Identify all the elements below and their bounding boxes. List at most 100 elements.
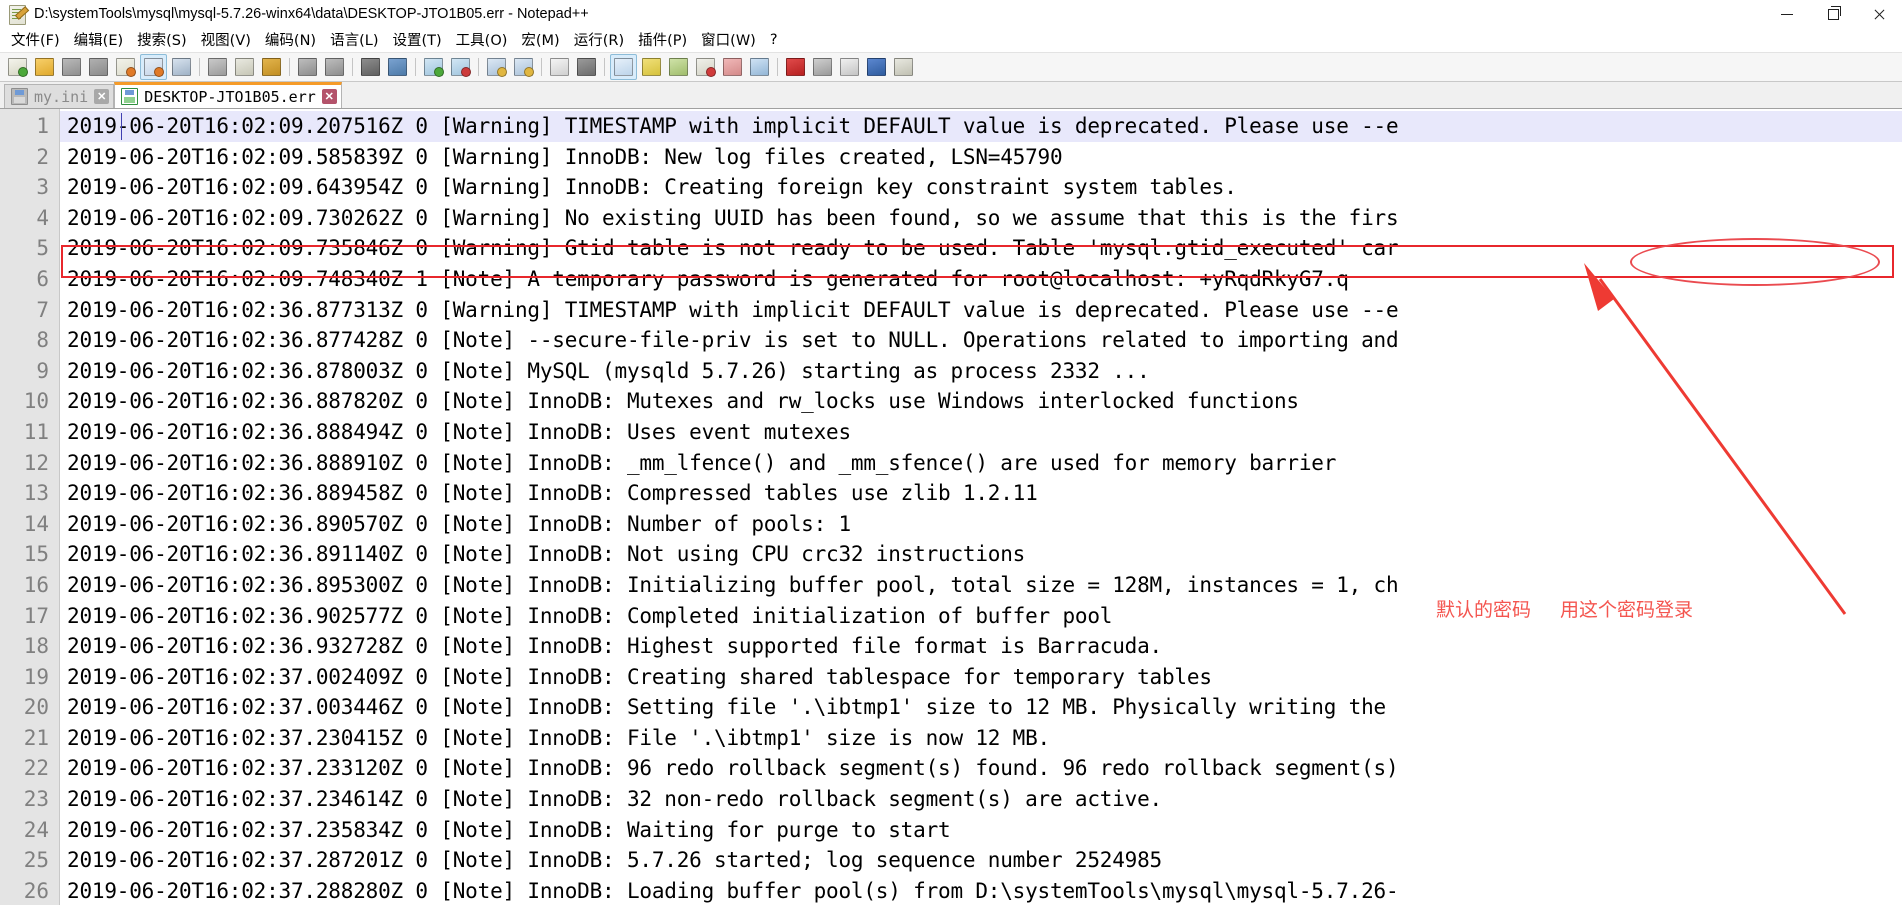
line-number: 2 [36, 144, 49, 169]
toolbar-separator [541, 58, 542, 76]
tab-close-icon[interactable]: ✕ [321, 89, 337, 104]
new-file-icon[interactable] [5, 55, 30, 79]
restore-icon [1827, 5, 1841, 20]
notepadpp-app-icon [7, 4, 30, 25]
user-language-icon[interactable] [639, 55, 664, 79]
save-all-icon[interactable] [86, 55, 111, 79]
function-list-icon-glyph [696, 58, 716, 77]
document-map-icon[interactable] [666, 55, 691, 79]
menu-item-11[interactable]: 窗口(W) [694, 27, 763, 53]
close-button[interactable] [1856, 0, 1902, 28]
line-number: 21 [23, 725, 49, 750]
line-number: 17 [23, 603, 49, 628]
copy-icon[interactable] [232, 55, 257, 79]
undo-icon[interactable] [295, 55, 320, 79]
replace-icon[interactable] [385, 55, 410, 79]
tab-close-icon[interactable]: ✕ [94, 89, 110, 104]
folder-workspace-icon-glyph [723, 58, 742, 76]
menu-item-4[interactable]: 编码(N) [258, 27, 323, 53]
menu-item-7[interactable]: 工具(O) [449, 27, 515, 53]
open-file-icon[interactable] [32, 55, 57, 79]
code-line: 2019-06-20T16:02:37.003446Z 0 [Note] Inn… [67, 695, 1386, 720]
replace-icon-glyph [388, 58, 407, 76]
new-file-icon-badge [18, 67, 28, 77]
macro-run-multiple-icon-glyph [867, 58, 886, 76]
line-number: 7 [36, 297, 49, 322]
word-wrap-icon[interactable] [547, 55, 572, 79]
line-number: 24 [23, 817, 49, 842]
indent-guide-icon[interactable] [610, 54, 637, 80]
tab-active-1[interactable]: DESKTOP-JTO1B05.err ✕ [114, 82, 342, 108]
code-text-area[interactable]: 2019-06-20T16:02:09.207516Z 0 [Warning] … [60, 109, 1902, 905]
macro-stop-icon[interactable] [810, 55, 835, 79]
menu-item-8[interactable]: 宏(M) [514, 27, 566, 53]
close-all-files-icon-badge [154, 67, 164, 77]
copy-icon-glyph [235, 58, 254, 76]
macro-play-icon[interactable] [837, 55, 862, 79]
line-number: 15 [23, 542, 49, 567]
menu-item-12[interactable]: ? [763, 30, 785, 51]
monitor-icon[interactable] [747, 55, 772, 79]
function-list-icon[interactable] [693, 55, 718, 79]
close-file-icon-glyph [116, 58, 136, 77]
line-number: 23 [23, 787, 49, 812]
run-macro-dialog-icon-glyph [894, 58, 913, 76]
window-controls [1764, 0, 1902, 28]
menu-item-3[interactable]: 视图(V) [194, 27, 258, 53]
line-number: 10 [23, 389, 49, 414]
sync-vertical-icon[interactable] [484, 55, 509, 79]
menu-item-2[interactable]: 搜索(S) [130, 27, 194, 53]
folder-workspace-icon[interactable] [720, 55, 745, 79]
restore-button[interactable] [1810, 0, 1856, 28]
macro-run-multiple-icon[interactable] [864, 55, 889, 79]
tab-inactive-0[interactable]: my.ini ✕ [4, 84, 115, 108]
macro-stop-icon-glyph [813, 58, 832, 76]
zoom-in-icon[interactable] [421, 55, 446, 79]
line-number: 13 [23, 481, 49, 506]
code-line: 2019-06-20T16:02:37.288280Z 0 [Note] Inn… [67, 878, 1399, 903]
paste-icon-glyph [262, 58, 281, 76]
code-line: 2019-06-20T16:02:36.902577Z 0 [Note] Inn… [67, 603, 1113, 628]
cut-icon-glyph [208, 58, 227, 76]
line-number: 12 [23, 450, 49, 475]
run-macro-dialog-icon[interactable] [891, 55, 916, 79]
minimize-button[interactable] [1764, 0, 1810, 28]
zoom-in-icon-badge [434, 67, 444, 77]
paste-icon[interactable] [259, 55, 284, 79]
menu-item-6[interactable]: 设置(T) [385, 27, 448, 53]
code-line: 2019-06-20T16:02:09.735846Z 0 [Warning] … [67, 236, 1399, 261]
macro-record-icon[interactable] [783, 55, 808, 79]
code-line: 2019-06-20T16:02:37.230415Z 0 [Note] Inn… [67, 725, 1051, 750]
menu-item-0[interactable]: 文件(F) [4, 27, 67, 53]
menu-item-9[interactable]: 运行(R) [567, 27, 631, 53]
menu-item-10[interactable]: 插件(P) [631, 27, 694, 53]
code-line: 2019-06-20T16:02:37.233120Z 0 [Note] Inn… [67, 756, 1399, 781]
sync-horizontal-icon-badge [524, 67, 534, 77]
code-line: 2019-06-20T16:02:36.887820Z 0 [Note] Inn… [67, 389, 1299, 414]
redo-icon-glyph [325, 58, 344, 76]
code-line: 2019-06-20T16:02:36.888494Z 0 [Note] Inn… [67, 419, 851, 444]
find-icon[interactable] [358, 55, 383, 79]
zoom-out-icon[interactable] [448, 55, 473, 79]
monitor-icon-glyph [750, 58, 769, 76]
close-all-files-icon-glyph [144, 58, 164, 77]
save-icon[interactable] [59, 55, 84, 79]
toolbar-separator [604, 58, 605, 76]
notepadpp-window: D:\systemTools\mysql\mysql-5.7.26-winx64… [0, 0, 1902, 905]
close-file-icon[interactable] [113, 55, 138, 79]
print-icon[interactable] [169, 55, 194, 79]
code-line: 2019-06-20T16:02:36.877313Z 0 [Warning] … [67, 297, 1399, 322]
line-number: 8 [36, 328, 49, 353]
sync-horizontal-icon[interactable] [511, 55, 536, 79]
sync-vertical-icon-badge [497, 67, 507, 77]
menu-item-1[interactable]: 编辑(E) [67, 27, 130, 53]
code-line: 2019-06-20T16:02:36.877428Z 0 [Note] --s… [67, 328, 1399, 353]
close-all-files-icon[interactable] [140, 54, 167, 80]
redo-icon[interactable] [322, 55, 347, 79]
line-number: 11 [23, 419, 49, 444]
show-all-chars-icon[interactable] [574, 55, 599, 79]
function-list-icon-badge [706, 67, 716, 77]
menu-item-5[interactable]: 语言(L) [323, 27, 385, 53]
cut-icon[interactable] [205, 55, 230, 79]
code-line: 2019-06-20T16:02:36.891140Z 0 [Note] Inn… [67, 542, 1026, 567]
